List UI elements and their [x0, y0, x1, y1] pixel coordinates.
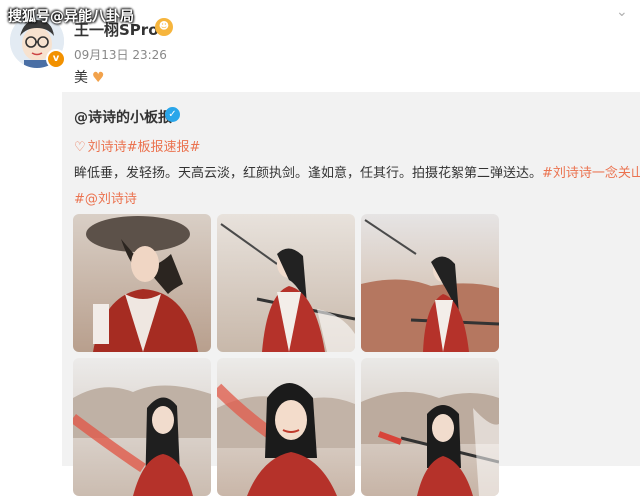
- photo-1[interactable]: [73, 214, 211, 352]
- vip-icon: ☻: [155, 18, 173, 36]
- post-text-content: 美: [74, 70, 88, 86]
- timestamp[interactable]: 09月13日 23:26: [74, 46, 167, 63]
- verified-badge-icon: v: [46, 49, 66, 69]
- photo-4[interactable]: [73, 358, 211, 496]
- super-topic-text: 刘诗诗#板报速报#: [87, 140, 201, 155]
- topic-link[interactable]: #刘诗诗一念关山: [542, 166, 640, 181]
- repost-body: 眸低垂，发轻扬。天高云淡，红颜执剑。逢如意，任其行。拍摄花絮第二弹送达。#刘诗诗…: [74, 162, 640, 181]
- mention-link[interactable]: #@刘诗诗: [74, 188, 137, 207]
- repost-card[interactable]: @诗诗的小板报 ✓ ♡ 刘诗诗#板报速报# 眸低垂，发轻扬。天高云淡，红颜执剑。逢…: [62, 92, 640, 496]
- photo-3[interactable]: [361, 214, 499, 352]
- verified-icon: ✓: [165, 107, 180, 122]
- watermark: 搜狐号@异能八卦局: [8, 9, 134, 25]
- post-text: 美 ♥: [74, 67, 105, 87]
- photo-2[interactable]: [217, 214, 355, 352]
- original-author[interactable]: @诗诗的小板报: [74, 107, 172, 127]
- photo-6[interactable]: [361, 358, 499, 496]
- super-topic-link[interactable]: ♡ 刘诗诗#板报速报#: [74, 136, 200, 155]
- chevron-down-icon[interactable]: ⌄: [616, 4, 632, 20]
- repost-body-text: 眸低垂，发轻扬。天高云淡，红颜执剑。逢如意，任其行。拍摄花絮第二弹送达。: [74, 166, 543, 181]
- heart-hand-icon: ♥: [92, 70, 105, 86]
- photo-5[interactable]: [217, 358, 355, 496]
- super-topic-icon: ♡: [74, 140, 86, 155]
